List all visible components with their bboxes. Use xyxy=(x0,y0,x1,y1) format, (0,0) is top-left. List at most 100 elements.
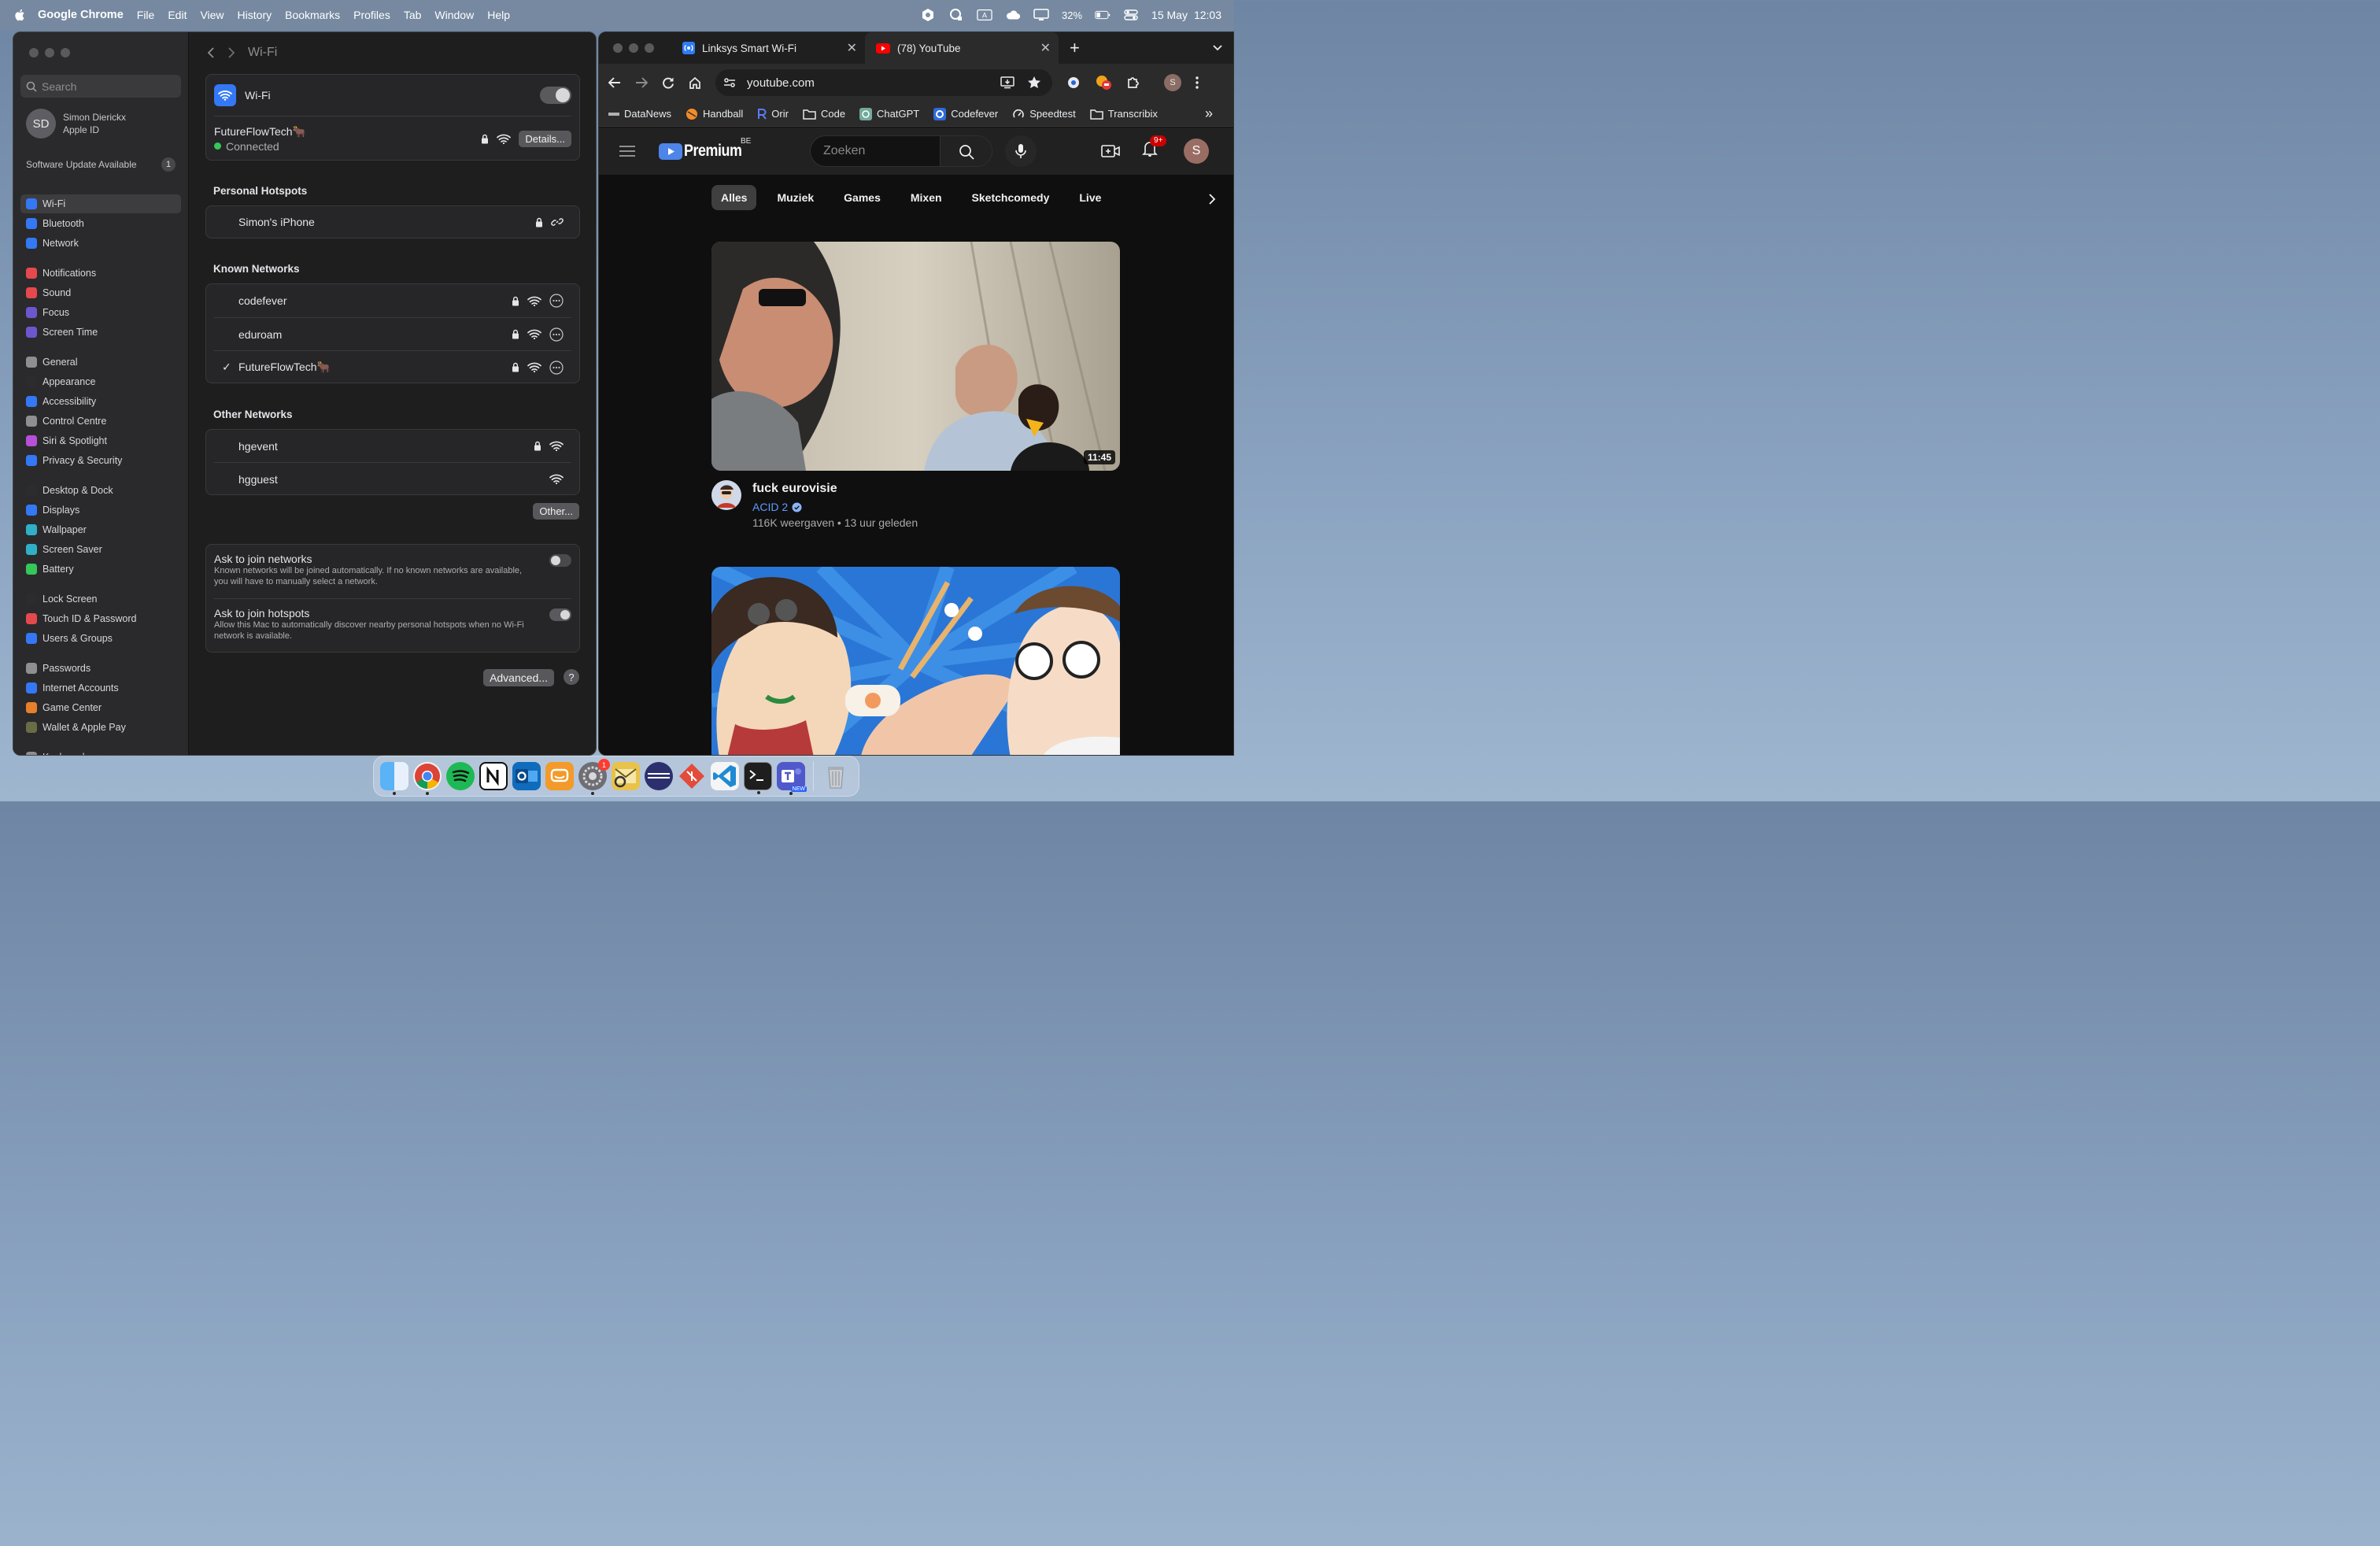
chip-muziek[interactable]: Muziek xyxy=(767,185,823,210)
menubar-time[interactable]: 12:03 xyxy=(1194,9,1221,21)
mail-app-icon[interactable] xyxy=(612,762,640,790)
extension-badge-icon[interactable] xyxy=(1095,75,1112,91)
hotspot-row[interactable]: Simon's iPhone xyxy=(206,206,579,238)
control-centre-icon[interactable] xyxy=(1123,8,1139,22)
sidebar-item-network[interactable]: Network xyxy=(20,234,181,253)
chip-live[interactable]: Live xyxy=(1070,185,1111,210)
sidebar-item-appearance[interactable]: Appearance xyxy=(20,372,181,391)
sidebar-item-users-groups[interactable]: Users & Groups xyxy=(20,629,181,648)
wifi-toggle[interactable] xyxy=(540,87,571,104)
menu-edit[interactable]: Edit xyxy=(168,9,187,21)
notion-icon[interactable] xyxy=(479,762,508,790)
password-extension-icon[interactable] xyxy=(1066,76,1081,90)
menu-profiles[interactable]: Profiles xyxy=(353,9,390,21)
bookmark-folder[interactable]: Transcribix xyxy=(1090,108,1158,120)
zoom-window-button[interactable] xyxy=(645,43,654,53)
known-network-row[interactable]: ✓ FutureFlowTech🐂 xyxy=(206,351,579,383)
bookmark-item[interactable]: Orir xyxy=(757,108,789,120)
close-tab-icon[interactable]: ✕ xyxy=(1040,40,1051,56)
forward-chevron-icon[interactable] xyxy=(227,46,235,59)
close-window-button[interactable] xyxy=(29,48,39,57)
youtube-premium-logo[interactable]: Premium BE xyxy=(659,137,752,161)
bookmark-item[interactable]: DataNews xyxy=(608,108,671,120)
vscode-icon[interactable] xyxy=(711,762,739,790)
settings-search-field[interactable]: Search xyxy=(20,75,181,98)
messaging-app-icon[interactable] xyxy=(545,762,574,790)
chips-next-chevron-icon[interactable] xyxy=(1208,193,1216,205)
sidebar-item-lock-screen[interactable]: Lock Screen xyxy=(20,590,181,608)
close-window-button[interactable] xyxy=(613,43,623,53)
eclipse-icon[interactable] xyxy=(645,762,673,790)
menu-history[interactable]: History xyxy=(238,9,272,21)
apple-id-account[interactable]: SD Simon Dierickx Apple ID xyxy=(26,109,126,139)
forward-arrow-icon[interactable] xyxy=(635,76,648,89)
bookmark-star-icon[interactable] xyxy=(1027,76,1041,90)
sidebar-item-siri-spotlight[interactable]: Siri & Spotlight xyxy=(20,431,181,450)
input-source-icon[interactable]: A xyxy=(977,8,992,22)
install-app-icon[interactable] xyxy=(1000,76,1014,89)
sidebar-item-notifications[interactable]: Notifications xyxy=(20,264,181,283)
zoom-window-button[interactable] xyxy=(61,48,70,57)
tab-youtube[interactable]: (78) YouTube ✕ xyxy=(865,32,1059,64)
bookmark-folder[interactable]: Code xyxy=(803,108,845,120)
chip-alles[interactable]: Alles xyxy=(711,185,757,210)
apple-logo-icon[interactable] xyxy=(13,8,27,22)
known-network-row[interactable]: eduroam xyxy=(206,318,579,350)
git-client-icon[interactable] xyxy=(678,762,706,790)
chip-games[interactable]: Games xyxy=(834,185,890,210)
hamburger-menu-icon[interactable] xyxy=(619,145,635,157)
trash-icon[interactable] xyxy=(822,762,850,790)
system-settings-icon[interactable]: 1 xyxy=(578,759,610,795)
terminal-icon[interactable] xyxy=(744,762,772,794)
menu-view[interactable]: View xyxy=(200,9,224,21)
bookmark-item[interactable]: Codefever xyxy=(933,107,998,120)
menu-app-name[interactable]: Google Chrome xyxy=(38,9,124,21)
display-icon[interactable] xyxy=(1033,8,1049,22)
menubar-date[interactable]: 15 May xyxy=(1151,9,1188,21)
chip-sketchcomedy[interactable]: Sketchcomedy xyxy=(963,185,1059,210)
address-bar[interactable]: youtube.com xyxy=(715,69,1052,96)
sidebar-item-wallpaper[interactable]: Wallpaper xyxy=(20,520,181,539)
sidebar-item-bluetooth[interactable]: Bluetooth xyxy=(20,214,181,233)
back-arrow-icon[interactable] xyxy=(608,76,621,89)
sidebar-item-desktop-dock[interactable]: Desktop & Dock xyxy=(20,481,181,500)
sidebar-item-sound[interactable]: Sound xyxy=(20,283,181,302)
sidebar-item-keyboard[interactable]: Keyboard xyxy=(20,748,181,755)
profile-avatar[interactable]: S xyxy=(1164,74,1181,91)
menu-tab[interactable]: Tab xyxy=(404,9,422,21)
sidebar-item-screen-time[interactable]: Screen Time xyxy=(20,323,181,342)
sidebar-item-privacy-security[interactable]: Privacy & Security xyxy=(20,451,181,470)
sidebar-item-passwords[interactable]: Passwords xyxy=(20,659,181,678)
menu-window[interactable]: Window xyxy=(434,9,474,21)
other-network-row[interactable]: hgevent xyxy=(206,430,579,462)
other-network-button[interactable]: Other... xyxy=(533,503,579,520)
extensions-puzzle-icon[interactable] xyxy=(1126,76,1140,90)
tab-search-chevron-icon[interactable] xyxy=(1213,44,1222,52)
more-options-icon[interactable] xyxy=(549,327,564,342)
sidebar-item-game-center[interactable]: Game Center xyxy=(20,698,181,717)
reload-icon[interactable] xyxy=(662,76,674,89)
more-options-icon[interactable] xyxy=(549,294,564,308)
other-network-row[interactable]: hgguest xyxy=(206,463,579,495)
spotify-icon[interactable] xyxy=(446,762,475,790)
site-settings-icon[interactable] xyxy=(723,76,736,89)
ask-join-networks-toggle[interactable] xyxy=(549,554,571,567)
ask-join-hotspots-toggle[interactable] xyxy=(549,608,571,621)
youtube-search-button[interactable] xyxy=(940,136,992,166)
notifications-button[interactable]: 9+ xyxy=(1142,135,1167,157)
details-button[interactable]: Details... xyxy=(519,130,571,147)
battery-icon[interactable] xyxy=(1095,8,1111,22)
menu-bookmarks[interactable]: Bookmarks xyxy=(285,9,340,21)
channel-avatar[interactable] xyxy=(711,480,741,510)
channel-name-row[interactable]: ACID 2 xyxy=(752,501,918,513)
finder-icon[interactable] xyxy=(380,762,408,795)
sidebar-item-touch-id-password[interactable]: Touch ID & Password xyxy=(20,609,181,628)
teams-icon[interactable]: NEW xyxy=(777,762,807,795)
chrome-icon[interactable] xyxy=(413,762,442,795)
bookmark-item[interactable]: Speedtest xyxy=(1012,108,1076,120)
sidebar-item-focus[interactable]: Focus xyxy=(20,303,181,322)
tab-linksys[interactable]: Linksys Smart Wi-Fi ✕ xyxy=(671,32,865,64)
youtube-search-box[interactable]: Zoeken xyxy=(810,135,992,167)
menu-help[interactable]: Help xyxy=(487,9,510,21)
sidebar-item-control-centre[interactable]: Control Centre xyxy=(20,412,181,431)
